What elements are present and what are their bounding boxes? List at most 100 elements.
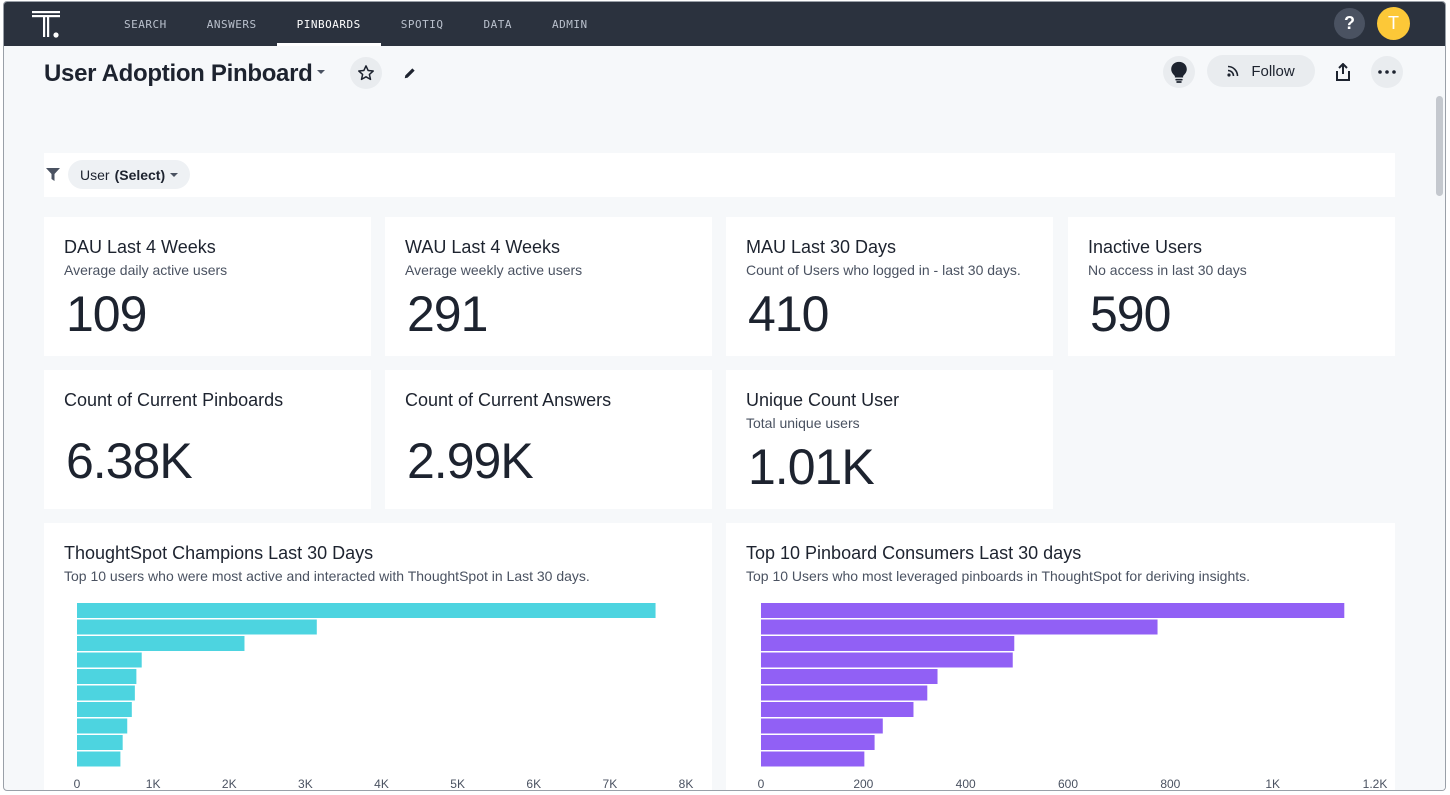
filter-icon — [46, 168, 60, 181]
x-tick-label: 400 — [956, 777, 976, 791]
bar-10[interactable] — [761, 751, 865, 767]
bar-5[interactable] — [761, 669, 938, 684]
nav-tab-answers[interactable]: ANSWERS — [187, 2, 277, 46]
more-options-button[interactable] — [1371, 56, 1403, 88]
kpi-value: 291 — [407, 286, 488, 342]
kpi-subtitle: Average daily active users — [64, 262, 228, 278]
bar-3[interactable] — [77, 636, 245, 651]
x-tick-label: 6K — [526, 777, 541, 791]
nav-tab-admin[interactable]: ADMIN — [532, 2, 608, 46]
bar-3[interactable] — [761, 636, 1015, 651]
x-tick-label: 1K — [1265, 777, 1280, 791]
kpi-title: Count of Current Answers — [405, 390, 612, 410]
help-button[interactable]: ? — [1334, 8, 1365, 39]
kpi-card-unique-users[interactable]: Unique Count User Total unique users 1.0… — [726, 370, 1053, 509]
kpi-card-answers[interactable]: Count of Current Answers 2.99K — [385, 370, 712, 509]
kpi-value: 6.38K — [66, 433, 193, 489]
pencil-icon — [404, 68, 415, 79]
x-tick-label: 0 — [74, 777, 81, 791]
champions-bar-chart: 0 1K 2K 3K 4K 5K 6K 7K 8K — [74, 603, 694, 791]
bar-10[interactable] — [77, 751, 121, 767]
x-tick-label: 3K — [298, 777, 313, 791]
kpi-subtitle: Average weekly active users — [405, 262, 583, 278]
kpi-subtitle: No access in last 30 days — [1088, 262, 1247, 278]
pinboard-consumers-bar-chart: 0 200 400 600 800 1K 1.2K — [758, 603, 1388, 791]
page-scrollbar[interactable] — [1433, 46, 1445, 790]
x-tick-label: 2K — [222, 777, 237, 791]
x-tick-label: 4K — [374, 777, 389, 791]
kpi-value: 410 — [748, 286, 829, 342]
x-tick-label: 1.2K — [1363, 777, 1388, 791]
share-icon — [1336, 63, 1350, 81]
nav-tab-spotiq[interactable]: SPOTIQ — [381, 2, 464, 46]
bar-2[interactable] — [761, 619, 1158, 635]
kpi-title: Inactive Users — [1088, 237, 1203, 257]
scrollbar-thumb[interactable] — [1436, 96, 1443, 196]
x-tick-label: 200 — [853, 777, 873, 791]
user-avatar[interactable]: T — [1377, 7, 1410, 40]
kpi-title: MAU Last 30 Days — [746, 237, 897, 257]
bar-8[interactable] — [761, 718, 883, 734]
nav-tab-pinboards[interactable]: PINBOARDS — [276, 2, 381, 46]
favorite-button[interactable] — [350, 57, 382, 89]
top-nav: SEARCH ANSWERS PINBOARDS SPOTIQ DATA ADM… — [4, 2, 1445, 46]
thoughtspot-logo[interactable] — [32, 8, 64, 40]
chart-card-champions[interactable]: ThoughtSpot Champions Last 30 Days Top 1… — [44, 523, 712, 791]
bar-2[interactable] — [77, 619, 317, 635]
kpi-value: 2.99K — [407, 433, 534, 489]
filter-value: (Select) — [114, 166, 166, 183]
filter-field-label: User — [80, 166, 110, 183]
kpi-card-dau[interactable]: DAU Last 4 Weeks Average daily active us… — [44, 217, 371, 356]
kpi-subtitle: Count of Users who logged in - last 30 d… — [746, 262, 1021, 278]
kpi-title: Count of Current Pinboards — [64, 390, 284, 410]
bar-6[interactable] — [77, 685, 135, 701]
kpi-value: 109 — [66, 286, 147, 342]
filter-bar: User (Select) — [44, 153, 1395, 197]
x-tick-label: 8K — [679, 777, 694, 791]
kpi-value: 1.01K — [748, 439, 875, 495]
app-window: SEARCH ANSWERS PINBOARDS SPOTIQ DATA ADM… — [3, 1, 1446, 791]
title-dropdown-icon[interactable] — [316, 68, 326, 76]
edit-title-button[interactable] — [394, 57, 426, 89]
share-button[interactable] — [1327, 56, 1359, 88]
filter-chip-user[interactable]: User (Select) — [68, 160, 191, 189]
nav-tab-data[interactable]: DATA — [463, 2, 532, 46]
bar-6[interactable] — [761, 685, 928, 701]
help-icon: ? — [1344, 13, 1355, 33]
chevron-down-icon — [170, 172, 179, 177]
kpi-card-inactive-users[interactable]: Inactive Users No access in last 30 days… — [1068, 217, 1395, 356]
kpi-title: Unique Count User — [746, 390, 900, 410]
bar-1[interactable] — [761, 603, 1345, 618]
kpi-card-mau[interactable]: MAU Last 30 Days Count of Users who logg… — [726, 217, 1053, 356]
bar-1[interactable] — [77, 603, 656, 618]
kpi-card-pinboards[interactable]: Count of Current Pinboards 6.38K — [44, 370, 371, 509]
follow-label: Follow — [1251, 62, 1295, 80]
avatar-initial: T — [1388, 13, 1399, 33]
rss-icon — [1227, 65, 1239, 77]
kpi-card-wau[interactable]: WAU Last 4 Weeks Average weekly active u… — [385, 217, 712, 356]
bar-7[interactable] — [761, 702, 914, 717]
bar-9[interactable] — [761, 735, 875, 750]
x-tick-label: 1K — [146, 777, 161, 791]
x-tick-label: 7K — [603, 777, 618, 791]
bar-4[interactable] — [77, 652, 142, 668]
bar-4[interactable] — [761, 652, 1013, 668]
star-icon — [358, 65, 374, 81]
bar-7[interactable] — [77, 702, 132, 717]
kpi-title: DAU Last 4 Weeks — [64, 237, 216, 257]
chart-card-pinboard-consumers[interactable]: Top 10 Pinboard Consumers Last 30 days T… — [726, 523, 1395, 791]
more-horizontal-icon — [1378, 70, 1396, 74]
bar-8[interactable] — [77, 718, 128, 734]
page-title: User Adoption Pinboard — [44, 60, 313, 87]
lightbulb-icon — [1171, 61, 1187, 83]
nav-tab-search[interactable]: SEARCH — [104, 2, 187, 46]
spotiq-insights-button[interactable] — [1163, 56, 1195, 88]
nav-tabs: SEARCH ANSWERS PINBOARDS SPOTIQ DATA ADM… — [104, 2, 608, 46]
x-tick-label: 600 — [1058, 777, 1078, 791]
kpi-title: WAU Last 4 Weeks — [405, 237, 561, 257]
x-tick-label: 800 — [1160, 777, 1180, 791]
bar-5[interactable] — [77, 669, 137, 684]
bar-9[interactable] — [77, 735, 123, 750]
x-tick-label: 0 — [758, 777, 765, 791]
follow-button[interactable]: Follow — [1207, 55, 1315, 87]
